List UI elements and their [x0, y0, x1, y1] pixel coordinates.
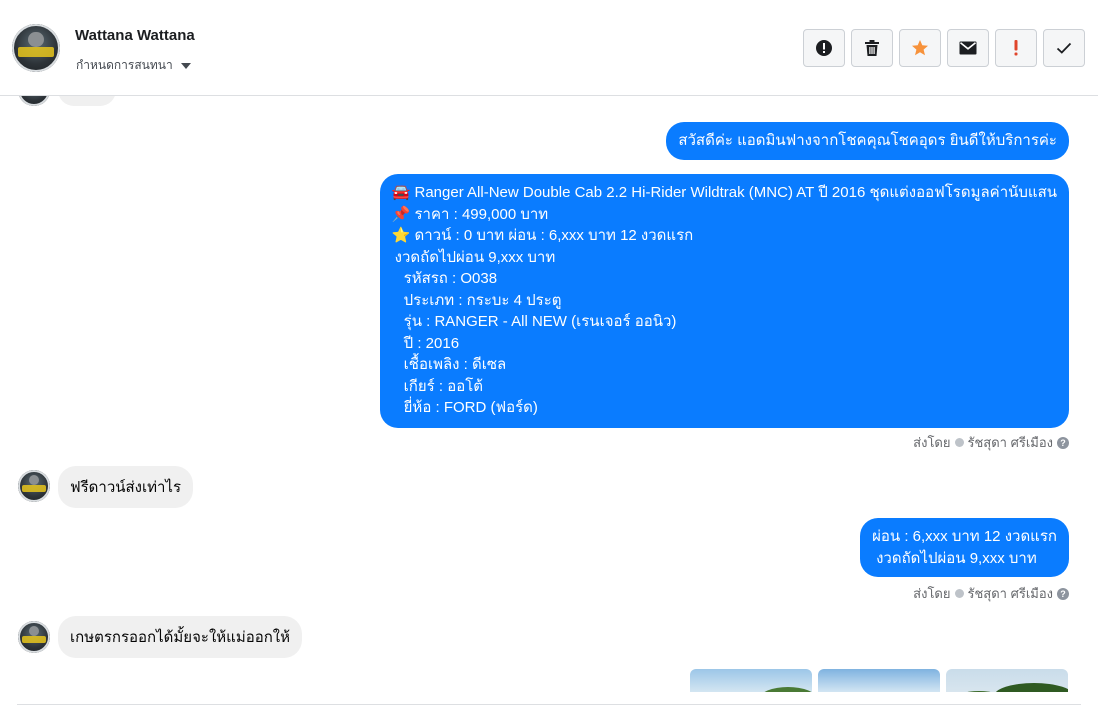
exclamation-icon: [1014, 40, 1018, 56]
message-line: งวดถัดไปผ่อน 9,xxx บาท: [876, 549, 1037, 567]
message-line: เชื้อเพลิง : ดีเซล: [403, 356, 507, 373]
trash-icon: [865, 40, 879, 56]
delete-button[interactable]: [851, 29, 893, 67]
agent-status-icon: [954, 589, 964, 598]
message-line: ผ่อน : 6,xxx บาท 12 งวดแรก: [872, 528, 1057, 545]
message-line: ⭐ ดาวน์ : 0 บาท ผ่อน : 6,xxx บาท 12 งวดแ…: [391, 227, 694, 244]
message-line: ประเภท : กระบะ 4 ประตู: [403, 291, 562, 309]
star-icon: [912, 40, 928, 56]
chevron-down-icon: [180, 62, 191, 69]
contact-avatar: [18, 621, 50, 653]
mark-spam-button[interactable]: [803, 29, 845, 67]
photo-thumbnail[interactable]: [690, 669, 812, 692]
sent-by-label: ส่งโดย รัชสุดา ศรีเมือง ?: [913, 432, 1069, 453]
car-emoji-icon: 🚘: [391, 184, 411, 201]
message-thread[interactable]: สวัสดีค่ะ แอดมินฟางจากโชคคุณโชคอุดร ยินด…: [0, 96, 1098, 692]
message-line: งวดถัดไปผ่อน 9,xxx บาท: [394, 248, 556, 266]
contact-avatar[interactable]: [12, 24, 60, 72]
message-line: รหัสรถ : O038: [403, 270, 498, 287]
agent-status-icon: [954, 438, 964, 447]
mark-done-button[interactable]: [1043, 29, 1085, 67]
message-bubble-outgoing: ผ่อน : 6,xxx บาท 12 งวดแรก งวดถัดไปผ่อน …: [860, 518, 1069, 577]
message-bubble-incoming: ฟรีดาวน์ส่งเท่าไร: [58, 466, 194, 508]
star-button[interactable]: [899, 29, 941, 67]
message-line: ยี่ห้อ : FORD (ฟอร์ด): [403, 399, 538, 416]
sender-name[interactable]: รัชสุดา ศรีเมือง: [968, 432, 1054, 453]
contact-avatar: [18, 96, 50, 106]
mark-unread-button[interactable]: [947, 29, 989, 67]
star-emoji-icon: ⭐: [391, 227, 411, 244]
help-icon[interactable]: ?: [1057, 436, 1069, 449]
sender-name[interactable]: รัชสุดา ศรีเมือง: [968, 583, 1054, 604]
conversation-header: Wattana Wattana กำหนดการสนทนา: [0, 0, 1098, 96]
message-bubble-outgoing: 🚘 Ranger All-New Double Cab 2.2 Hi-Rider…: [379, 174, 1069, 428]
message-line: 🚘 Ranger All-New Double Cab 2.2 Hi-Rider…: [391, 184, 1057, 201]
message-bubble-incoming: [58, 96, 116, 106]
photo-attachments: [690, 669, 1068, 692]
pin-emoji-icon: 📌: [391, 205, 411, 223]
follow-up-button[interactable]: [995, 29, 1037, 67]
photo-thumbnail[interactable]: [818, 669, 940, 692]
message-line: 📌 ราคา : 499,000 บาท: [391, 205, 549, 223]
message-text: เกษตรกรออกได้มั้ยจะให้แม่ออกให้: [70, 629, 291, 646]
contact-avatar: [18, 470, 50, 502]
check-icon: [1056, 42, 1072, 54]
message-line: รุ่น : RANGER - All NEW (เรนเจอร์ ออนิว): [403, 313, 677, 330]
contact-name[interactable]: Wattana Wattana: [75, 27, 195, 44]
help-icon[interactable]: ?: [1057, 587, 1069, 600]
conversation-actions: [803, 29, 1085, 67]
message-line: เกียร์ : ออโต้: [403, 377, 484, 395]
assign-conversation-dropdown[interactable]: กำหนดการสนทนา: [76, 56, 191, 75]
sent-by-label: ส่งโดย รัชสุดา ศรีเมือง ?: [913, 583, 1069, 604]
message-line: ปี : 2016: [403, 334, 460, 352]
message-bubble-incoming: เกษตรกรออกได้มั้ยจะให้แม่ออกให้: [58, 616, 303, 658]
assign-conversation-label: กำหนดการสนทนา: [76, 58, 173, 72]
mail-icon: [959, 41, 977, 55]
message-text: ฟรีดาวน์ส่งเท่าไร: [70, 479, 182, 496]
message-bubble-outgoing: สวัสดีค่ะ แอดมินฟางจากโชคคุณโชคอุดร ยินด…: [666, 122, 1069, 160]
message-text: สวัสดีค่ะ แอดมินฟางจากโชคคุณโชคอุดร ยินด…: [678, 132, 1057, 149]
alert-circle-icon: [816, 40, 832, 56]
photo-thumbnail[interactable]: [946, 669, 1068, 692]
